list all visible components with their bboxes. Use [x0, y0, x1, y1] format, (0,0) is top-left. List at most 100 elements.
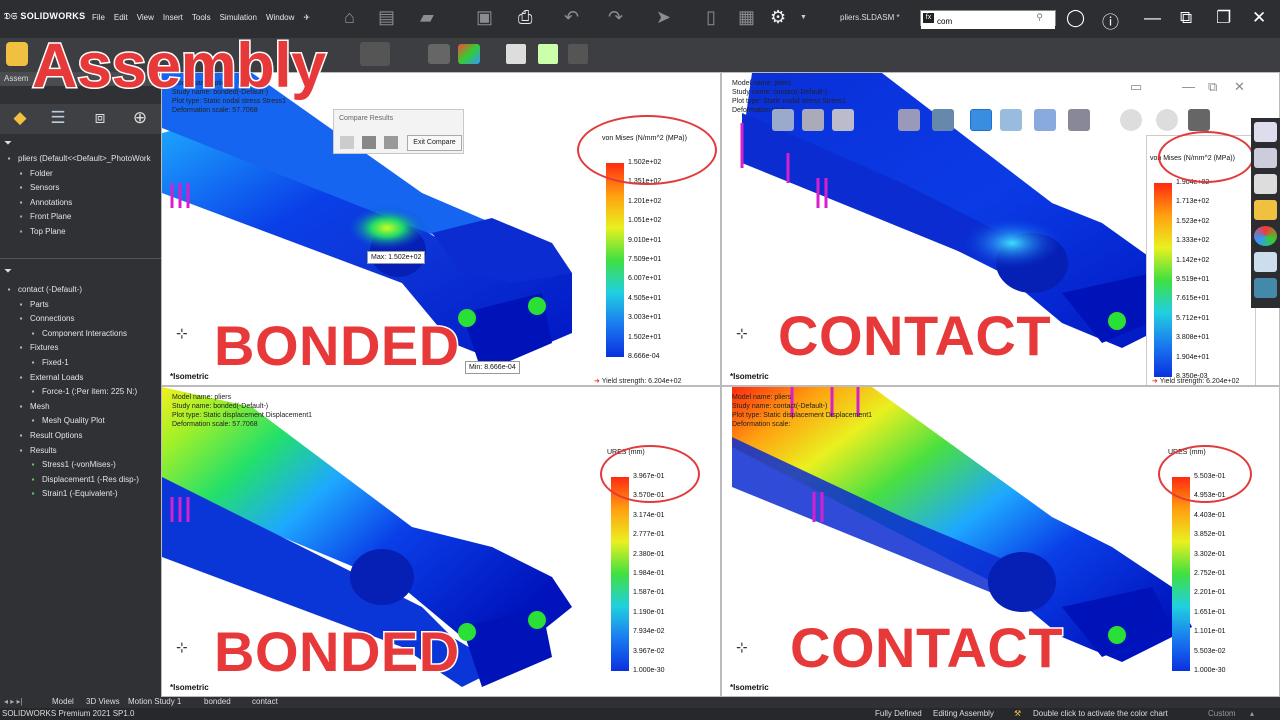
minimize-icon[interactable]: — — [1144, 8, 1161, 28]
edit-appearance-icon[interactable] — [1034, 109, 1056, 131]
tree-item[interactable]: ▪ External Loads — [0, 371, 84, 385]
unit-menu-icon[interactable]: ▴ — [1250, 709, 1254, 718]
realview-icon[interactable] — [1120, 109, 1142, 131]
zoom-to-fit-icon[interactable] — [772, 109, 794, 131]
viewport-bottom-right[interactable]: Model name: pliers Study name: contact(-… — [721, 386, 1280, 697]
tree-item[interactable]: ▪ Fixtures — [0, 341, 59, 355]
view-orientation-icon[interactable] — [932, 109, 954, 131]
search-commands[interactable]: fx ⚲ — [920, 10, 1056, 29]
previous-view-icon[interactable] — [832, 109, 854, 131]
tree-item[interactable]: ▪ Results — [0, 444, 57, 458]
tree-item[interactable]: ▪ Force-1 (:Per item: 225 N:) — [0, 385, 138, 399]
viewport-close-icon[interactable]: ✕ — [1234, 79, 1245, 95]
restore-icon[interactable]: ❐ — [1216, 8, 1231, 28]
section-view-icon[interactable] — [428, 44, 450, 64]
exit-compare-button[interactable]: Exit Compare — [407, 135, 462, 151]
menu-edit[interactable]: Edit — [114, 13, 128, 22]
configuration-manager-tab-icon[interactable]: ⧈ — [86, 108, 114, 132]
redo-icon[interactable]: ↷ — [608, 7, 623, 28]
print-icon[interactable]: ⎙ — [518, 7, 532, 28]
tree-item[interactable]: ▪ Parts — [0, 298, 49, 312]
file-properties-icon[interactable]: ▦ — [738, 7, 755, 28]
layout-icon[interactable] — [340, 136, 354, 149]
tree-item[interactable]: ▪ Fixed-1 — [0, 356, 69, 370]
solidworks-forum-icon[interactable] — [1254, 278, 1277, 298]
unit-system[interactable]: Custom — [1208, 709, 1236, 718]
viewport-bottom-left[interactable]: Model name: pliers Study name: bonded(-D… — [161, 386, 721, 697]
monitor-icon[interactable] — [1188, 109, 1210, 131]
chevron-down-icon[interactable]: ▼ — [800, 14, 807, 21]
section-view-icon[interactable] — [898, 109, 920, 131]
tree-item[interactable]: ▪ Annotations — [0, 196, 73, 210]
design-library-icon[interactable] — [1254, 148, 1277, 168]
save-icon[interactable]: ▣ — [476, 7, 493, 28]
view-palette-icon[interactable] — [1254, 200, 1277, 220]
feature-manager-tab-icon[interactable]: ◆ — [6, 108, 34, 132]
tree-item[interactable]: ▪ Component Interactions — [0, 327, 127, 341]
hide-show-icon[interactable] — [1000, 109, 1022, 131]
rebuild-icon[interactable]: ▯ — [706, 7, 716, 28]
tree-item[interactable]: ▪ contact (-Default-) — [0, 283, 82, 297]
menu-tools[interactable]: Tools — [192, 13, 211, 22]
tab-motion-study[interactable]: Motion Study 1 — [128, 697, 181, 706]
resources-home-icon[interactable] — [1254, 122, 1277, 142]
tab-3d-views[interactable]: 3D Views — [86, 697, 120, 706]
tree-item[interactable]: ▪ Folder — [0, 167, 53, 181]
menu-file[interactable]: File — [92, 13, 105, 22]
tree-item[interactable]: ▪ Mesh Quality Plot — [0, 414, 105, 428]
viewport-minimize-icon[interactable]: — — [1182, 79, 1195, 94]
filter-icon[interactable]: ⏷ — [4, 266, 12, 277]
tree-item[interactable]: ▪ Result Options — [0, 429, 83, 443]
appearances-icon[interactable] — [1254, 226, 1277, 246]
scene-icon[interactable] — [568, 44, 588, 64]
appearance-icon[interactable] — [538, 44, 558, 64]
select-icon[interactable]: ➤ — [656, 7, 671, 28]
property-manager-tab-icon[interactable]: ☰ — [44, 108, 72, 132]
tree-item[interactable]: ▪ Top Plane — [0, 225, 66, 239]
dimxpert-tab-icon[interactable]: ⊕ — [126, 108, 154, 132]
tree-item[interactable]: ▪ Front Plane — [0, 210, 72, 224]
tab-study-contact[interactable]: contact — [252, 697, 278, 706]
search-icon[interactable]: ⚲ — [1036, 12, 1043, 23]
menu-window[interactable]: Window — [266, 13, 294, 22]
user-account-icon[interactable]: ◯ — [1066, 8, 1085, 28]
menu-insert[interactable]: Insert — [163, 13, 183, 22]
tab-scroll-icon[interactable]: ◂ ▸ ▸| — [4, 697, 23, 706]
close-icon[interactable]: ✕ — [1252, 8, 1266, 28]
single-view-icon[interactable] — [384, 136, 398, 149]
list-icon[interactable] — [506, 44, 526, 64]
view-orientation-icon[interactable] — [360, 42, 390, 66]
shadows-icon[interactable] — [1156, 109, 1178, 131]
menu-view[interactable]: View — [137, 13, 154, 22]
display-style-icon[interactable] — [970, 109, 992, 131]
help-icon[interactable]: ⓘ — [1102, 8, 1119, 33]
viewport-restore-icon[interactable]: ▭ — [1130, 79, 1142, 95]
display-style-icon[interactable] — [458, 44, 480, 64]
new-document-icon[interactable]: ▤ — [378, 7, 395, 28]
custom-properties-icon[interactable] — [1254, 252, 1277, 272]
menu-simulation[interactable]: Simulation — [220, 13, 257, 22]
tab-assembly[interactable]: Assem — [4, 74, 28, 83]
grid-layout-icon[interactable] — [362, 136, 376, 149]
pin-icon[interactable]: ✈ — [303, 13, 310, 22]
viewport-maximize-icon[interactable]: ⧉ — [1208, 79, 1217, 95]
tree-item[interactable]: ▪ Displacement1 (-Res disp-) — [0, 473, 139, 487]
filter-icon[interactable]: ⏷ — [4, 138, 12, 149]
rebuild-status-icon[interactable]: ⚒ — [1014, 709, 1021, 718]
collapse-window-icon[interactable]: ⧉ — [1180, 8, 1192, 28]
smart-mates-icon[interactable] — [6, 42, 28, 66]
tab-study-bonded[interactable]: bonded — [204, 697, 231, 706]
tree-item[interactable]: ▪ Stress1 (-vonMises-) — [0, 458, 116, 472]
open-folder-icon[interactable]: ▰ — [420, 7, 434, 28]
tree-item[interactable]: ▪ pliers (Default<<Default>_PhotoWork — [0, 152, 151, 166]
tree-item[interactable]: ▪ Mesh — [0, 400, 50, 414]
home-icon[interactable]: ⌂ — [344, 7, 355, 28]
tree-item[interactable]: ▪ Sensors — [0, 181, 60, 195]
options-gear-icon[interactable]: ⚙ — [770, 7, 786, 28]
search-input[interactable] — [921, 14, 1055, 29]
apply-scene-icon[interactable] — [1068, 109, 1090, 131]
file-explorer-icon[interactable] — [1254, 174, 1277, 194]
undo-icon[interactable]: ↶ — [564, 7, 579, 28]
tree-item[interactable]: ▪ Connections — [0, 312, 75, 326]
tab-model[interactable]: Model — [52, 697, 74, 706]
